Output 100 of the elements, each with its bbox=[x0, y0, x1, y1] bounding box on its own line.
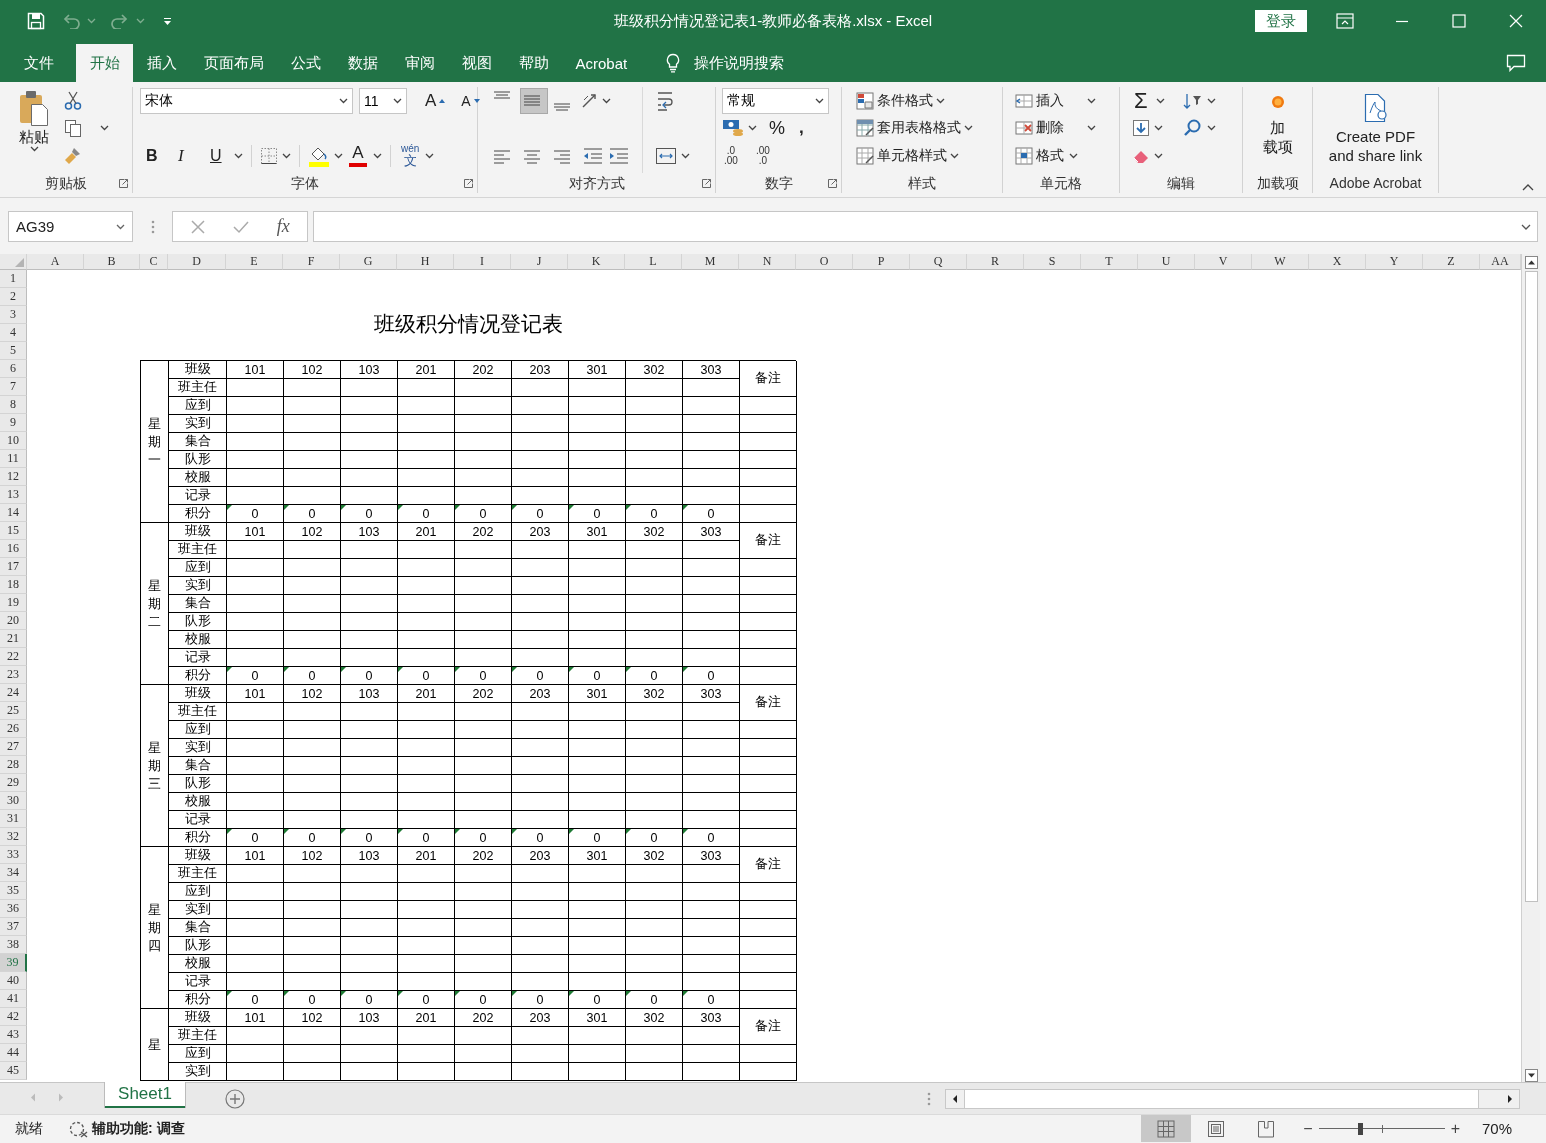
caret-icon[interactable] bbox=[936, 97, 945, 104]
row-header[interactable]: 12 bbox=[0, 468, 27, 486]
row-header[interactable]: 32 bbox=[0, 828, 27, 846]
row-header[interactable]: 20 bbox=[0, 612, 27, 630]
row-header[interactable]: 30 bbox=[0, 792, 27, 810]
caret-icon[interactable] bbox=[393, 97, 402, 104]
dialog-launcher-icon[interactable] bbox=[464, 178, 473, 188]
column-header[interactable]: E bbox=[226, 254, 283, 270]
styles-menu-button[interactable]: 条件格式 bbox=[854, 87, 947, 114]
caret-icon[interactable] bbox=[1154, 125, 1163, 131]
column-header[interactable]: G bbox=[340, 254, 397, 270]
borders-icon[interactable] bbox=[260, 146, 278, 165]
scroll-thumb[interactable] bbox=[964, 1090, 1479, 1108]
maximize-icon[interactable] bbox=[1451, 14, 1466, 28]
comma-style-button[interactable]: , bbox=[797, 115, 806, 141]
column-header[interactable]: Z bbox=[1423, 254, 1480, 270]
row-header[interactable]: 22 bbox=[0, 648, 27, 666]
page-layout-view-icon[interactable] bbox=[1207, 1119, 1226, 1138]
ribbon-tab[interactable]: Acrobat bbox=[562, 44, 641, 82]
ribbon-tab[interactable]: 页面布局 bbox=[190, 44, 277, 82]
row-header[interactable]: 14 bbox=[0, 504, 27, 522]
row-header[interactable]: 24 bbox=[0, 684, 27, 702]
caret-icon[interactable] bbox=[1069, 152, 1078, 159]
font-color-button[interactable]: A bbox=[347, 142, 369, 169]
scroll-up-icon[interactable] bbox=[1524, 256, 1538, 269]
comment-icon[interactable] bbox=[1506, 54, 1526, 72]
accessibility-icon[interactable] bbox=[69, 1119, 89, 1138]
merge-center-icon[interactable] bbox=[655, 146, 677, 165]
column-header[interactable]: R bbox=[967, 254, 1024, 270]
caret-icon[interactable] bbox=[1206, 97, 1216, 104]
row-header[interactable]: 21 bbox=[0, 630, 27, 648]
wrap-text-icon[interactable] bbox=[655, 89, 675, 112]
column-header[interactable]: C bbox=[140, 254, 168, 270]
zoom-out-button[interactable]: − bbox=[1299, 1119, 1317, 1138]
row-header[interactable]: 13 bbox=[0, 486, 27, 504]
row-header[interactable]: 38 bbox=[0, 936, 27, 954]
save-icon[interactable] bbox=[27, 12, 45, 30]
column-header[interactable]: S bbox=[1024, 254, 1081, 270]
row-header[interactable]: 39 bbox=[0, 954, 27, 972]
caret-icon[interactable] bbox=[1206, 125, 1216, 131]
ribbon-tab[interactable]: 开始 bbox=[76, 44, 133, 82]
column-header[interactable]: T bbox=[1081, 254, 1138, 270]
column-header[interactable]: B bbox=[84, 254, 140, 270]
row-header[interactable]: 36 bbox=[0, 900, 27, 918]
expand-icon[interactable] bbox=[1521, 223, 1531, 230]
slider-thumb[interactable] bbox=[1358, 1122, 1364, 1135]
font-size-field[interactable]: 11 bbox=[359, 87, 407, 114]
caret-icon[interactable] bbox=[950, 152, 959, 159]
row-header[interactable]: 45 bbox=[0, 1062, 27, 1080]
row-header[interactable]: 25 bbox=[0, 702, 27, 720]
number-format-field[interactable]: 常规 bbox=[722, 87, 829, 114]
row-header[interactable]: 23 bbox=[0, 666, 27, 684]
zoom-in-button[interactable]: + bbox=[1446, 1119, 1464, 1138]
column-header[interactable]: D bbox=[168, 254, 226, 270]
caret-icon[interactable] bbox=[1087, 97, 1096, 104]
autosum-button[interactable]: Σ bbox=[1132, 87, 1167, 114]
column-header[interactable]: J bbox=[511, 254, 568, 270]
customize-icon[interactable] bbox=[163, 16, 172, 26]
cells-menu-button[interactable]: 删除 bbox=[1013, 115, 1098, 141]
cut-icon[interactable] bbox=[64, 90, 82, 111]
normal-view-icon[interactable] bbox=[1157, 1119, 1176, 1138]
italic-button[interactable]: I bbox=[176, 142, 198, 169]
add-ins-button[interactable]: 加 载项 bbox=[1258, 87, 1297, 173]
column-header[interactable]: M bbox=[682, 254, 739, 270]
currency-icon[interactable] bbox=[722, 118, 744, 138]
search-icon[interactable] bbox=[1182, 118, 1203, 138]
row-header[interactable]: 9 bbox=[0, 414, 27, 432]
close-icon[interactable] bbox=[1508, 14, 1523, 28]
paste-button[interactable]: 粘贴 bbox=[14, 87, 54, 173]
dialog-launcher-icon[interactable] bbox=[828, 178, 837, 188]
caret-icon[interactable] bbox=[334, 152, 343, 159]
styles-menu-button[interactable]: 单元格样式 bbox=[854, 142, 961, 169]
row-header[interactable]: 42 bbox=[0, 1008, 27, 1026]
ribbon-tab[interactable]: 视图 bbox=[448, 44, 505, 82]
caret-icon[interactable] bbox=[964, 125, 973, 131]
row-header[interactable]: 2 bbox=[0, 288, 27, 306]
font-name-field[interactable]: 宋体 bbox=[140, 87, 353, 114]
create-pdf-button[interactable]: Create PDF and share link bbox=[1324, 87, 1427, 173]
dialog-launcher-icon[interactable] bbox=[702, 178, 711, 188]
column-header[interactable]: Y bbox=[1366, 254, 1423, 270]
row-header[interactable]: 18 bbox=[0, 576, 27, 594]
underline-button[interactable]: U bbox=[208, 142, 230, 169]
caret-icon[interactable] bbox=[116, 223, 125, 230]
row-header[interactable]: 16 bbox=[0, 540, 27, 558]
column-header[interactable]: I bbox=[454, 254, 511, 270]
row-header[interactable]: 1 bbox=[0, 270, 27, 288]
row-header[interactable]: 4 bbox=[0, 324, 27, 342]
name-box[interactable]: AG39 bbox=[8, 211, 133, 242]
column-header[interactable]: F bbox=[283, 254, 340, 270]
row-header[interactable]: 11 bbox=[0, 450, 27, 468]
cells-menu-button[interactable]: 插入 bbox=[1013, 87, 1098, 114]
splitter-icon[interactable] bbox=[150, 219, 155, 234]
caret-icon[interactable] bbox=[29, 146, 39, 152]
caret-icon[interactable] bbox=[373, 152, 382, 159]
decrease-decimal-button[interactable]: .00 .0 bbox=[753, 142, 772, 169]
dialog-launcher-icon[interactable] bbox=[119, 178, 128, 188]
add-sheet-icon[interactable] bbox=[225, 1089, 245, 1109]
column-header[interactable]: AA bbox=[1480, 254, 1521, 270]
column-header[interactable]: V bbox=[1195, 254, 1252, 270]
column-header[interactable]: L bbox=[625, 254, 682, 270]
